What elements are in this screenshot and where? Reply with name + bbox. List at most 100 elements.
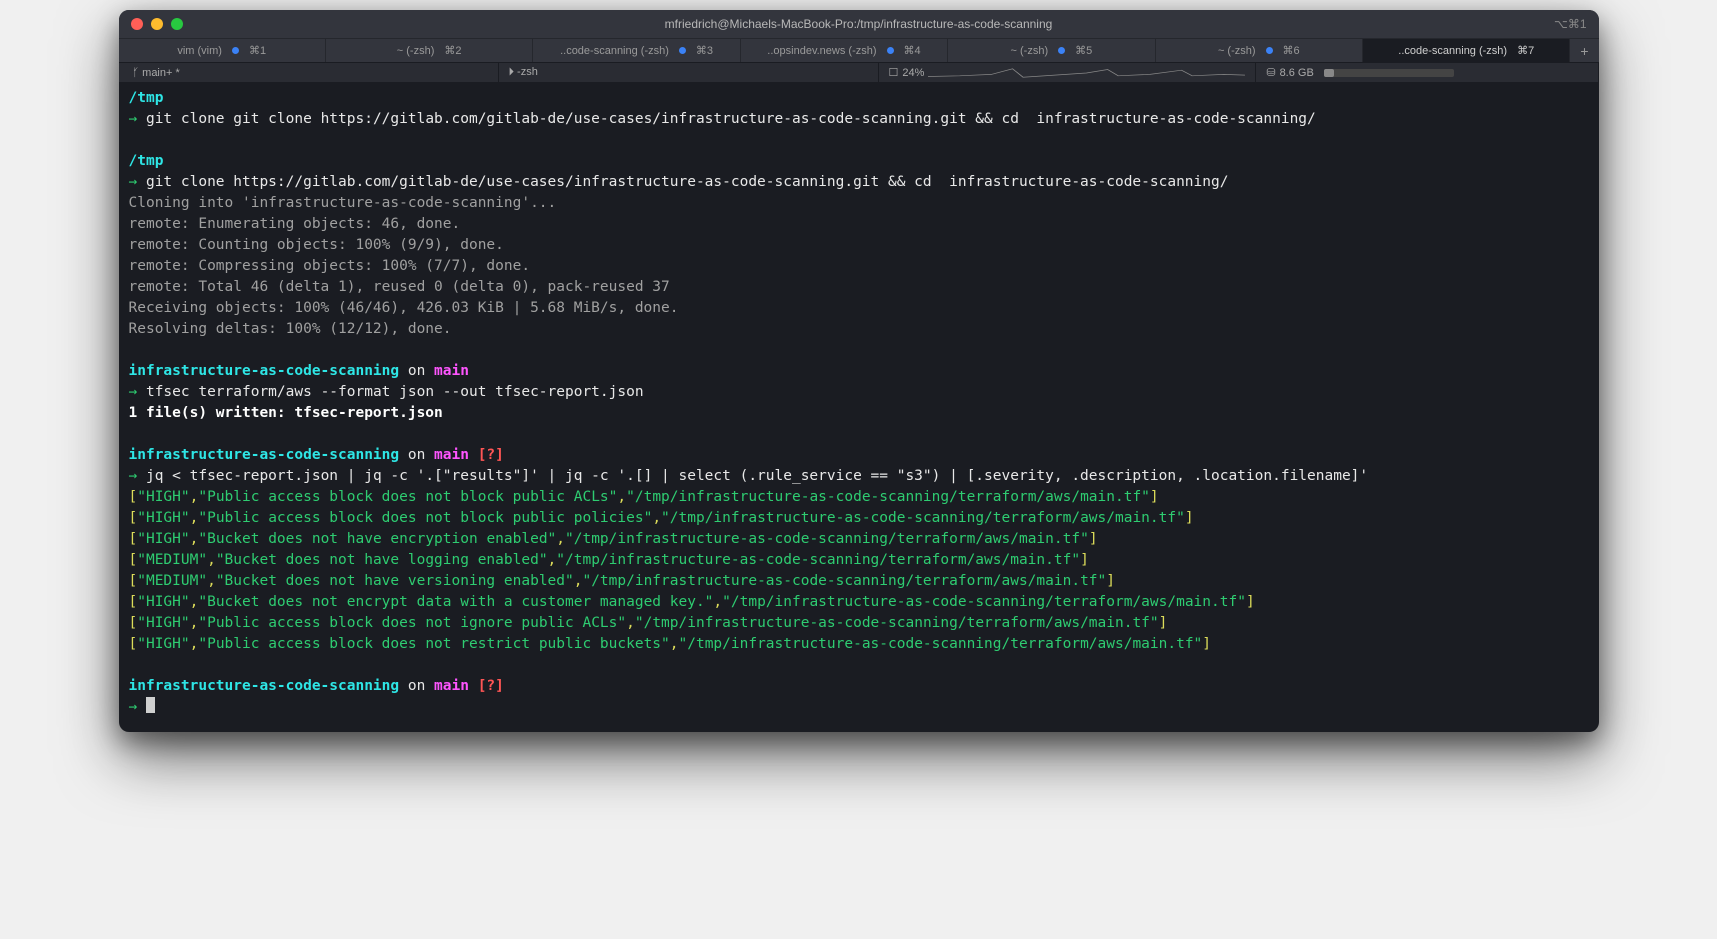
- filename: "/tmp/infrastructure-as-code-scanning/te…: [635, 615, 1159, 631]
- bracket: ]: [1185, 510, 1194, 526]
- tab-1[interactable]: ~ (-zsh)⌘2: [326, 39, 533, 62]
- tab-shortcut: ⌘3: [696, 44, 713, 57]
- filename: "/tmp/infrastructure-as-code-scanning/te…: [679, 636, 1203, 652]
- status-bar: ᚶ main+ * ⏵ -zsh ☐ 24% ⛁ 8.6 GB: [119, 62, 1599, 82]
- prompt-line: infrastructure-as-code-scanning on main …: [129, 676, 1589, 697]
- bracket: [: [129, 489, 138, 505]
- output-text: Receiving objects: 100% (46/46), 426.03 …: [129, 300, 679, 316]
- tab-3[interactable]: ..opsindev.news (-zsh)⌘4: [741, 39, 948, 62]
- comma: ,: [670, 636, 679, 652]
- tab-label: ..code-scanning (-zsh): [1398, 45, 1507, 57]
- result-line: ["MEDIUM","Bucket does not have logging …: [129, 550, 1589, 571]
- tab-5[interactable]: ~ (-zsh) ⌘6: [1156, 39, 1363, 62]
- comma: ,: [626, 615, 635, 631]
- bracket: [: [129, 615, 138, 631]
- battery-icon: ☐: [889, 66, 899, 79]
- comma: ,: [556, 531, 565, 547]
- filename: "/tmp/infrastructure-as-code-scanning/te…: [582, 573, 1106, 589]
- cwd: infrastructure-as-code-scanning: [129, 363, 400, 379]
- terminal-window: mfriedrich@Michaels-MacBook-Pro:/tmp/inf…: [119, 10, 1599, 732]
- terminal-body[interactable]: /tmp→ git clone git clone https://gitlab…: [119, 82, 1599, 732]
- tab-4[interactable]: ~ (-zsh)⌘5: [948, 39, 1155, 62]
- tab-bar: vim (vim)⌘1~ (-zsh)⌘2..code-scanning (-z…: [119, 38, 1599, 62]
- cpu-sparkline: [928, 66, 1245, 80]
- bracket: [: [129, 552, 138, 568]
- bracket: ]: [1080, 552, 1089, 568]
- severity: "HIGH": [137, 531, 189, 547]
- cwd: infrastructure-as-code-scanning: [129, 447, 400, 463]
- cwd: infrastructure-as-code-scanning: [129, 678, 400, 694]
- disk-free: 8.6 GB: [1280, 67, 1314, 79]
- bracket: [: [129, 636, 138, 652]
- tab-0[interactable]: vim (vim)⌘1: [119, 39, 326, 62]
- branch-label: ᚶ main+ *: [133, 67, 180, 79]
- traffic-lights: [131, 18, 183, 30]
- tab-label: ~ (-zsh): [1218, 45, 1256, 57]
- output-line: remote: Total 46 (delta 1), reused 0 (de…: [129, 277, 1589, 298]
- prompt-arrow: →: [129, 174, 146, 190]
- bracket: ]: [1159, 615, 1168, 631]
- window-title: mfriedrich@Michaels-MacBook-Pro:/tmp/inf…: [665, 17, 1053, 31]
- comma: ,: [617, 489, 626, 505]
- severity: "HIGH": [137, 636, 189, 652]
- severity: "HIGH": [137, 489, 189, 505]
- severity: "HIGH": [137, 615, 189, 631]
- tab-2[interactable]: ..code-scanning (-zsh) ⌘3: [533, 39, 740, 62]
- bracket: [: [129, 510, 138, 526]
- bracket: ]: [1246, 594, 1255, 610]
- severity: "HIGH": [137, 510, 189, 526]
- description: "Public access block does not restrict p…: [198, 636, 669, 652]
- tab-label: ..code-scanning (-zsh): [560, 45, 669, 57]
- result-line: ["HIGH","Public access block does not ig…: [129, 613, 1589, 634]
- prompt-arrow: →: [129, 111, 146, 127]
- output-text: 1 file(s) written: tfsec-report.json: [129, 405, 443, 421]
- comma: ,: [207, 573, 216, 589]
- severity: "MEDIUM": [137, 552, 207, 568]
- description: "Public access block does not block publ…: [198, 489, 617, 505]
- disk-icon: ⛁: [1266, 66, 1275, 79]
- close-icon[interactable]: [131, 18, 143, 30]
- comma: ,: [713, 594, 722, 610]
- add-tab-button[interactable]: +: [1570, 39, 1598, 62]
- command-text: git clone https://gitlab.com/gitlab-de/u…: [146, 174, 1229, 190]
- prompt-arrow: →: [129, 468, 146, 484]
- bracket: ]: [1106, 573, 1115, 589]
- result-line: ["HIGH","Public access block does not bl…: [129, 508, 1589, 529]
- tab-label: vim (vim): [177, 45, 222, 57]
- output-line: Receiving objects: 100% (46/46), 426.03 …: [129, 298, 1589, 319]
- tab-shortcut: ⌘7: [1517, 44, 1534, 57]
- cmd-line: → git clone https://gitlab.com/gitlab-de…: [129, 172, 1589, 193]
- activity-dot-icon: [679, 47, 686, 54]
- window-shortcut-badge: ⌥⌘1: [1554, 17, 1587, 31]
- description: "Bucket does not encrypt data with a cus…: [198, 594, 713, 610]
- activity-dot-icon: [232, 47, 239, 54]
- output-line: remote: Enumerating objects: 46, done.: [129, 214, 1589, 235]
- comma: ,: [652, 510, 661, 526]
- output-text: Resolving deltas: 100% (12/12), done.: [129, 321, 452, 337]
- output-line: Resolving deltas: 100% (12/12), done.: [129, 319, 1589, 340]
- branch-name: main: [434, 447, 469, 463]
- tab-label: ~ (-zsh): [1011, 45, 1049, 57]
- tab-shortcut: ⌘6: [1283, 44, 1300, 57]
- filename: "/tmp/infrastructure-as-code-scanning/te…: [722, 594, 1246, 610]
- branch-name: main: [434, 363, 469, 379]
- cmd-line: → tfsec terraform/aws --format json --ou…: [129, 382, 1589, 403]
- tab-shortcut: ⌘4: [904, 44, 921, 57]
- bracket: ]: [1150, 489, 1159, 505]
- output-text: remote: Enumerating objects: 46, done.: [129, 216, 461, 232]
- output-text: remote: Counting objects: 100% (9/9), do…: [129, 237, 504, 253]
- tab-6[interactable]: ..code-scanning (-zsh) ⌘7: [1363, 39, 1570, 62]
- prompt-cursor-line: →: [129, 697, 1589, 718]
- cwd: /tmp: [129, 90, 164, 106]
- prompt-arrow: →: [129, 699, 146, 715]
- prompt-cwd: /tmp: [129, 88, 1589, 109]
- disk-bar: [1324, 69, 1454, 77]
- prompt-line: infrastructure-as-code-scanning on main …: [129, 445, 1589, 466]
- prompt-line: infrastructure-as-code-scanning on main: [129, 361, 1589, 382]
- dirty-flag: [?]: [469, 678, 504, 694]
- description: "Public access block does not ignore pub…: [198, 615, 626, 631]
- tab-label: ~ (-zsh): [397, 45, 435, 57]
- minimize-icon[interactable]: [151, 18, 163, 30]
- titlebar: mfriedrich@Michaels-MacBook-Pro:/tmp/inf…: [119, 10, 1599, 38]
- fullscreen-icon[interactable]: [171, 18, 183, 30]
